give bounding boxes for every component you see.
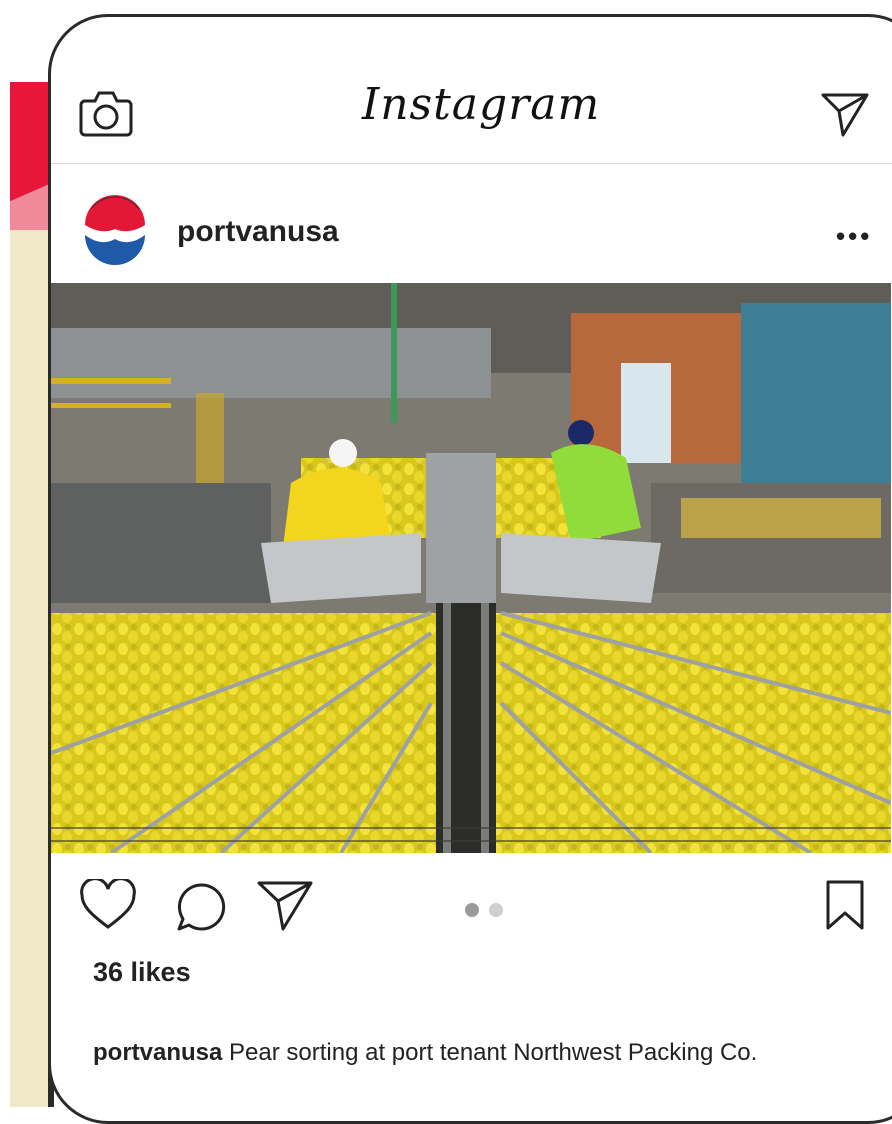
carousel-indicator [465,903,509,922]
app-logo: Instagram [361,79,601,130]
phone-frame: Instagram portvanusa ••• 36 likes portva… [48,14,892,1124]
post-actions [51,857,892,957]
more-icon[interactable]: ••• [836,221,872,252]
app-header: Instagram [51,17,892,164]
post-photo [51,283,891,853]
post-caption: portvanusa Pear sorting at port tenant N… [93,1039,757,1067]
avatar[interactable] [77,195,153,271]
send-icon[interactable] [821,91,869,137]
bookmark-icon[interactable] [825,879,865,931]
post-username[interactable]: portvanusa [177,215,339,249]
heart-icon[interactable] [79,877,137,931]
caption-username[interactable]: portvanusa [93,1039,222,1066]
like-count[interactable]: 36 likes [93,957,191,988]
carousel-dot-active[interactable] [465,903,479,917]
post-header: portvanusa ••• [51,165,892,283]
share-icon[interactable] [257,879,313,931]
comment-icon[interactable] [175,881,227,933]
carousel-dot[interactable] [489,903,504,917]
camera-icon[interactable] [79,87,133,139]
caption-text: Pear sorting at port tenant Northwest Pa… [222,1039,758,1066]
